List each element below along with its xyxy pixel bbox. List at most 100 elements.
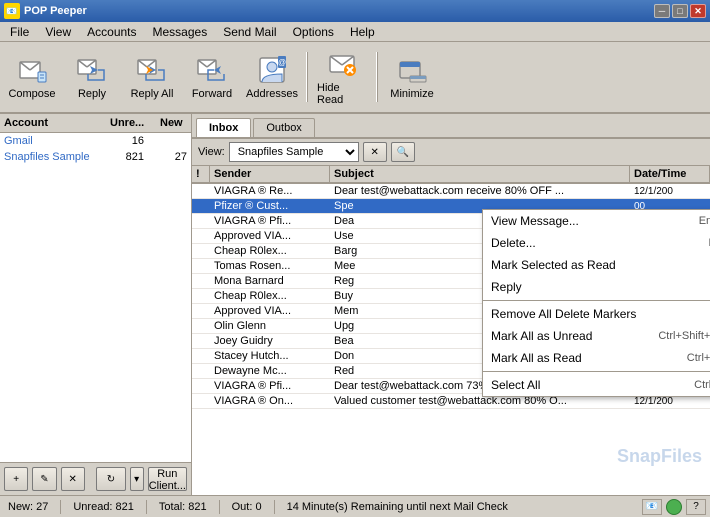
maximize-window-button[interactable]: □ (672, 4, 688, 18)
ctx-select-all-shortcut: Ctrl+A (694, 379, 710, 391)
ctx-view-message-shortcut: Enter (699, 215, 710, 227)
ctx-delete[interactable]: Delete... Del (483, 232, 710, 254)
email-sender: VIAGRA ® Pfi... (210, 215, 330, 227)
ctx-reply[interactable]: Reply ▶ (483, 276, 710, 298)
ctx-delete-label: Delete... (491, 236, 536, 250)
compose-label: Compose (8, 88, 55, 100)
ctx-mark-all-unread-label: Mark All as Unread (491, 329, 592, 343)
main-content: Account Unre... New Gmail 16 Snapfiles S… (0, 114, 710, 495)
ctx-view-message[interactable]: View Message... Enter (483, 210, 710, 232)
delete-account-button[interactable]: ✕ (61, 467, 85, 491)
menu-view[interactable]: View (37, 23, 79, 41)
ctx-remove-markers-label: Remove All Delete Markers (491, 307, 636, 321)
status-separator (146, 500, 147, 514)
ctx-mark-all-read-label: Mark All as Read (491, 351, 582, 365)
email-subject: Dear test@webattack.com receive 80% OFF … (330, 185, 630, 197)
minimize-button[interactable]: Minimize (384, 47, 440, 107)
left-panel-buttons: + ✎ ✕ ↻ ▾ Run Client... (0, 462, 191, 495)
tab-inbox[interactable]: Inbox (196, 118, 251, 137)
email-sender: Approved VIA... (210, 305, 330, 317)
new-col-header: New (156, 114, 191, 132)
view-search-button[interactable]: 🔍 (391, 142, 415, 162)
menu-help[interactable]: Help (342, 23, 383, 41)
email-sender: VIAGRA ® Re... (210, 185, 330, 197)
ctx-mark-all-unread[interactable]: Mark All as Unread Ctrl+Shift+Ins (483, 325, 710, 347)
email-sender: Cheap R0lex... (210, 290, 330, 302)
ctx-mark-read[interactable]: Mark Selected as Read Ins (483, 254, 710, 276)
view-bar: View: Snapfiles Sample ✕ 🔍 (192, 139, 710, 166)
email-sender: Pfizer ® Cust... (210, 200, 330, 212)
left-panel-header: Account Unre... New (0, 114, 191, 133)
status-message: 14 Minute(s) Remaining until next Mail C… (283, 501, 512, 513)
account-new: 27 (152, 151, 187, 163)
forward-icon (196, 54, 228, 86)
email-sender: Approved VIA... (210, 230, 330, 242)
menu-messages[interactable]: Messages (145, 23, 216, 41)
flag-col-header: ! (192, 166, 210, 182)
ctx-separator-2 (483, 371, 710, 372)
account-unread: 16 (102, 135, 152, 147)
forward-label: Forward (192, 88, 232, 100)
status-bar: New: 27 Unread: 821 Total: 821 Out: 0 14… (0, 495, 710, 517)
minimize-window-button[interactable]: ─ (654, 4, 670, 18)
view-filter-button[interactable]: ✕ (363, 142, 387, 162)
account-unread: 821 (102, 151, 152, 163)
run-client-button[interactable]: Run Client... (148, 467, 187, 491)
account-name: Snapfiles Sample (4, 151, 102, 163)
status-separator (219, 500, 220, 514)
compose-icon (16, 54, 48, 86)
view-account-select[interactable]: Snapfiles Sample (229, 142, 359, 162)
ctx-remove-delete-markers[interactable]: Remove All Delete Markers (483, 303, 710, 325)
ctx-view-message-label: View Message... (491, 214, 579, 228)
menu-file[interactable]: File (2, 23, 37, 41)
svg-text:@: @ (278, 58, 286, 67)
app-icon: 📧 (4, 3, 20, 19)
hide-read-button[interactable]: Hide Read (314, 47, 370, 107)
unread-col-header: Unre... (106, 114, 156, 132)
tab-outbox[interactable]: Outbox (253, 118, 314, 137)
ctx-mark-read-label: Mark Selected as Read (491, 258, 616, 272)
status-online-indicator (666, 499, 682, 515)
title-bar-left: 📧 POP Peeper (4, 3, 87, 19)
reply-all-icon (136, 54, 168, 86)
refresh-dropdown-button[interactable]: ▾ (130, 467, 144, 491)
addresses-icon: @ (256, 54, 288, 86)
email-row[interactable]: VIAGRA ® Re... Dear test@webattack.com r… (192, 184, 710, 199)
menu-accounts[interactable]: Accounts (79, 23, 144, 41)
addresses-button[interactable]: @ Addresses (244, 47, 300, 107)
ctx-select-all-label: Select All (491, 378, 540, 392)
close-window-button[interactable]: ✕ (690, 4, 706, 18)
datetime-col-header: Date/Time (630, 166, 710, 182)
compose-button[interactable]: Compose (4, 47, 60, 107)
add-account-button[interactable]: + (4, 467, 28, 491)
email-datetime: 12/1/200 (630, 396, 710, 407)
ctx-mark-all-read[interactable]: Mark All as Read Ctrl+Ins (483, 347, 710, 369)
email-sender: Olin Glenn (210, 320, 330, 332)
status-new: New: 27 (4, 501, 52, 513)
window-title: POP Peeper (24, 5, 87, 17)
ctx-mark-all-unread-shortcut: Ctrl+Shift+Ins (658, 330, 710, 342)
ctx-select-all[interactable]: Select All Ctrl+A (483, 374, 710, 396)
reply-button[interactable]: Reply (64, 47, 120, 107)
refresh-button[interactable]: ↻ (96, 467, 125, 491)
email-datetime: 12/1/200 (630, 186, 710, 197)
email-sender: VIAGRA ® On... (210, 395, 330, 407)
email-list-header: ! Sender Subject Date/Time (192, 166, 710, 184)
edit-account-button[interactable]: ✎ (32, 467, 56, 491)
view-label: View: (198, 146, 225, 158)
email-sender: Dewayne Mc... (210, 365, 330, 377)
sender-col-header: Sender (210, 166, 330, 182)
menu-send-mail[interactable]: Send Mail (215, 23, 284, 41)
subject-col-header: Subject (330, 166, 630, 182)
toolbar-separator-2 (376, 52, 378, 102)
reply-all-button[interactable]: Reply All (124, 47, 180, 107)
forward-button[interactable]: Forward (184, 47, 240, 107)
account-row[interactable]: Gmail 16 (0, 133, 191, 149)
status-help-button[interactable]: ? (686, 499, 706, 515)
menu-options[interactable]: Options (285, 23, 342, 41)
minimize-label: Minimize (390, 88, 433, 100)
toolbar: Compose Reply Reply All (0, 42, 710, 114)
status-total: Total: 821 (155, 501, 211, 513)
status-email-icon[interactable]: 📧 (642, 499, 662, 515)
account-row[interactable]: Snapfiles Sample 821 27 (0, 149, 191, 165)
